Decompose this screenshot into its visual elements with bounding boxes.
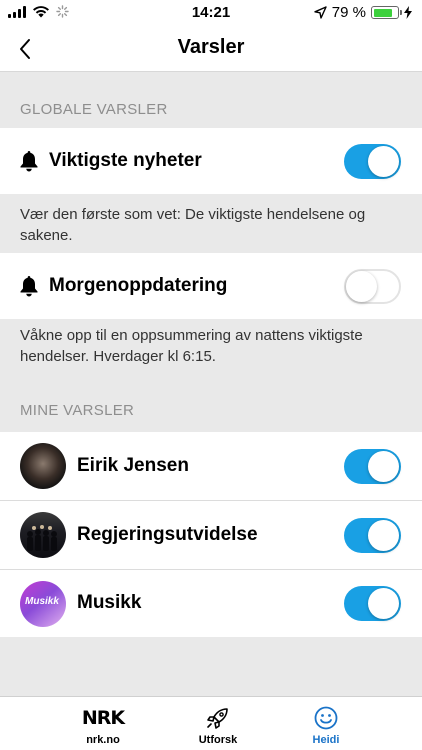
alert-row-viktigste-nyheter: Viktigste nyheter <box>0 128 422 194</box>
toggle-knob <box>346 271 377 302</box>
location-arrow-icon <box>314 6 327 19</box>
avatar-musikk-text: Musikk <box>25 596 59 607</box>
avatar-eirik-jensen <box>20 443 66 489</box>
my-alert-label: Eirik Jensen <box>77 455 189 476</box>
my-alert-row-eirik-jensen: Eirik Jensen <box>0 432 422 501</box>
page-title: Varsler <box>177 36 245 58</box>
battery-icon <box>371 6 402 19</box>
smiley-icon <box>256 705 396 731</box>
alert-label: Viktigste nyheter <box>49 150 202 171</box>
toggle-musikk[interactable] <box>344 586 401 621</box>
tab-heidi[interactable]: Heidi <box>256 697 396 750</box>
avatar-regjeringsutvidelse <box>20 512 66 558</box>
toggle-viktigste-nyheter[interactable] <box>344 144 401 179</box>
toggle-regjeringsutvidelse[interactable] <box>344 518 401 553</box>
avatar-musikk: Musikk <box>20 581 66 627</box>
section-header-global: GLOBALE VARSLER <box>20 101 168 118</box>
battery-percentage: 79 % <box>331 4 366 21</box>
charging-bolt-icon <box>404 6 412 19</box>
toggle-knob <box>368 451 399 482</box>
group-photo-icon <box>27 525 57 551</box>
my-alert-row-musikk: Musikk Musikk <box>0 570 422 637</box>
nrk-logo-text: NRK <box>81 707 125 729</box>
bell-icon <box>20 151 38 172</box>
tab-label: Heidi <box>312 734 340 746</box>
toggle-eirik-jensen[interactable] <box>344 449 401 484</box>
my-alert-label: Musikk <box>77 592 142 613</box>
status-bar: 14:21 79 % <box>0 0 422 24</box>
alert-label: Morgenoppdatering <box>49 275 228 296</box>
bell-icon <box>20 276 38 297</box>
nav-bar: Varsler <box>0 24 422 72</box>
my-alert-label: Regjeringsutvidelse <box>77 524 258 545</box>
alert-row-morgenoppdatering: Morgenoppdatering <box>0 253 422 319</box>
toggle-knob <box>368 588 399 619</box>
toggle-morgenoppdatering[interactable] <box>344 269 401 304</box>
alert-description: Våkne opp til en oppsummering av nattens… <box>20 327 363 365</box>
toggle-knob <box>368 146 399 177</box>
status-right: 79 % <box>314 4 412 21</box>
alert-description: Vær den første som vet: De viktigste hen… <box>20 206 366 244</box>
tab-bar: NRK nrk.no Utforsk Heidi <box>0 696 422 750</box>
section-header-mine: MINE VARSLER <box>20 402 135 419</box>
my-alert-row-regjeringsutvidelse: Regjeringsutvidelse <box>0 501 422 570</box>
toggle-knob <box>368 520 399 551</box>
